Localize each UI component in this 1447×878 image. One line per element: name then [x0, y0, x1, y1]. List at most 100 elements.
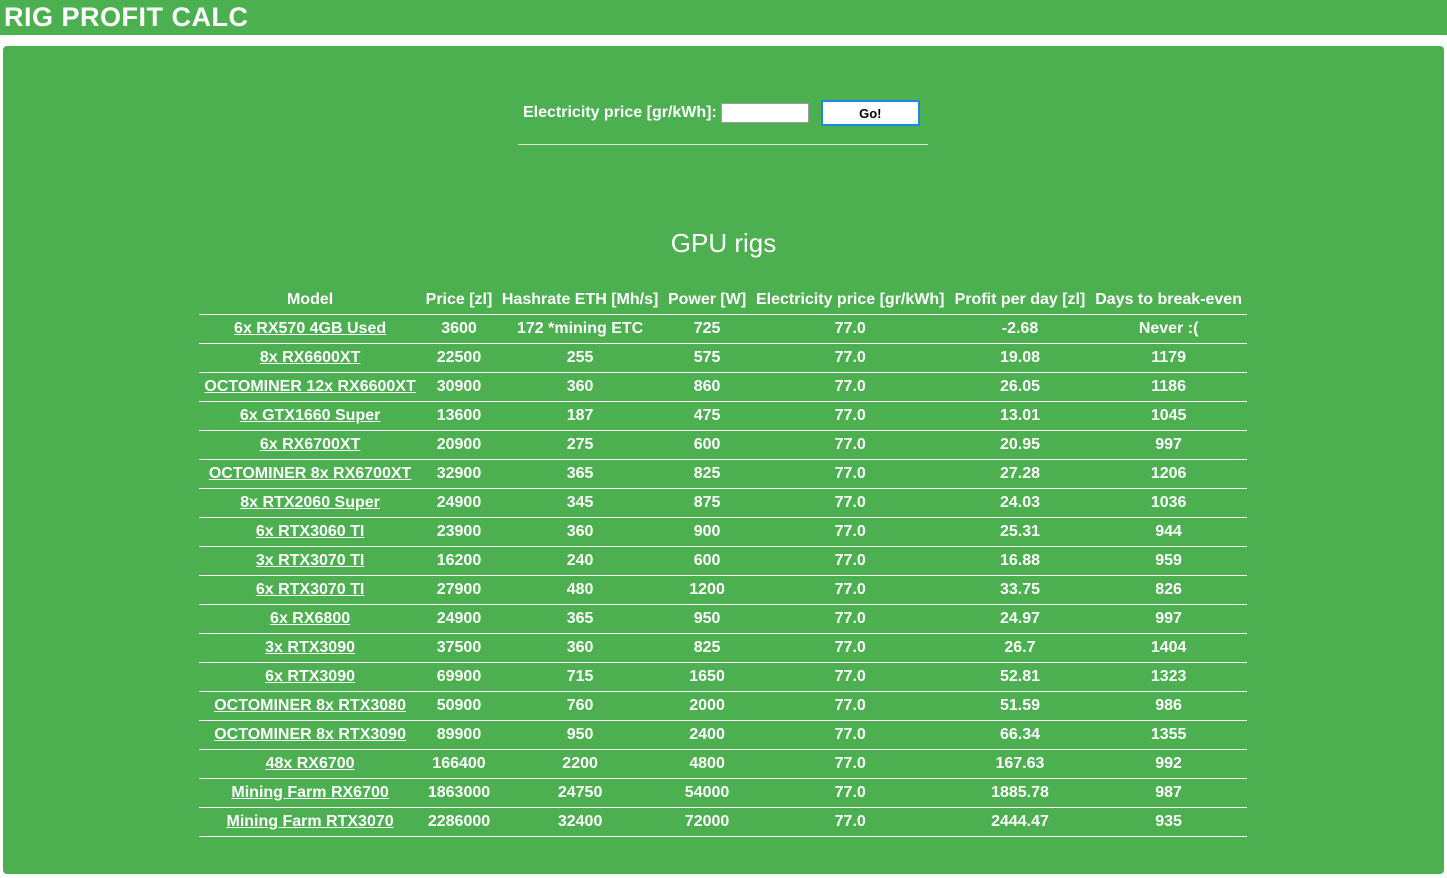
hashrate-cell: 255	[496, 343, 664, 373]
days-to-break-even-cell: 986	[1090, 691, 1247, 721]
model-link[interactable]: 6x GTX1660 Super	[240, 407, 381, 424]
profit-per-day-cell: 13.01	[949, 401, 1091, 431]
model-cell: 6x RX6800	[199, 604, 422, 634]
model-link[interactable]: Mining Farm RX6700	[231, 784, 388, 801]
form-divider	[518, 144, 928, 145]
price-cell: 1863000	[421, 778, 497, 808]
power-cell: 600	[663, 546, 751, 576]
electricity-price-cell: 77.0	[750, 488, 950, 518]
model-cell: 48x RX6700	[199, 749, 422, 779]
price-cell: 32900	[421, 459, 497, 489]
power-cell: 2000	[663, 691, 751, 721]
model-cell: 8x RX6600XT	[199, 343, 422, 373]
model-link[interactable]: 6x RX570 4GB Used	[234, 320, 386, 337]
profit-per-day-cell: 19.08	[949, 343, 1091, 373]
electricity-price-input[interactable]	[720, 103, 809, 123]
price-cell: 3600	[421, 314, 497, 344]
model-link[interactable]: OCTOMINER 12x RX6600XT	[204, 378, 415, 395]
model-cell: OCTOMINER 8x RTX3090	[199, 720, 422, 750]
go-button[interactable]: Go!	[820, 100, 920, 126]
electricity-price-cell: 77.0	[750, 604, 950, 634]
model-link[interactable]: OCTOMINER 8x RTX3090	[214, 726, 406, 743]
price-cell: 16200	[421, 546, 497, 576]
electricity-price-cell: 77.0	[750, 430, 950, 460]
table-row: Mining Farm RX6700 1863000 24750 54000 77.0 1…	[199, 778, 1247, 808]
profit-per-day-cell: 1885.78	[949, 778, 1091, 808]
model-link[interactable]: 8x RTX2060 Super	[240, 494, 380, 511]
model-link[interactable]: 6x RX6800	[270, 610, 350, 627]
days-to-break-even-cell: 1323	[1090, 662, 1247, 692]
days-to-break-even-cell: 1206	[1090, 459, 1247, 489]
column-header-electricity-price: Electricity price [gr/kWh]	[750, 286, 950, 315]
electricity-price-cell: 77.0	[750, 807, 950, 837]
power-cell: 1200	[663, 575, 751, 605]
days-to-break-even-cell: 935	[1090, 807, 1247, 837]
model-cell: OCTOMINER 12x RX6600XT	[199, 372, 422, 402]
table-row: OCTOMINER 8x RX6700XT 32900 365 825 77.0 27.2…	[199, 459, 1247, 489]
model-link[interactable]: 3x RTX3090	[265, 639, 355, 656]
table-row: 3x RTX3090 37500 360 825 77.0 26.7 1404	[199, 633, 1247, 663]
model-link[interactable]: Mining Farm RTX3070	[227, 813, 394, 830]
main-panel: Electricity price [gr/kWh]: Go! GPU rigs…	[3, 46, 1444, 874]
days-to-break-even-cell: 1045	[1090, 401, 1247, 431]
column-header-price: Price [zl]	[421, 286, 497, 315]
power-cell: 825	[663, 459, 751, 489]
table-row: 6x RTX3070 TI 27900 480 1200 77.0 33.75 826	[199, 575, 1247, 605]
days-to-break-even-cell: 826	[1090, 575, 1247, 605]
days-to-break-even-cell: 959	[1090, 546, 1247, 576]
price-cell: 24900	[421, 604, 497, 634]
hashrate-cell: 240	[496, 546, 664, 576]
hashrate-cell: 172 *mining ETC	[496, 314, 664, 344]
electricity-price-cell: 77.0	[750, 372, 950, 402]
hashrate-cell: 760	[496, 691, 664, 721]
profit-per-day-cell: 33.75	[949, 575, 1091, 605]
power-cell: 950	[663, 604, 751, 634]
days-to-break-even-cell: Never :(	[1090, 314, 1247, 344]
hashrate-cell: 950	[496, 720, 664, 750]
model-link[interactable]: 6x RTX3060 TI	[256, 523, 365, 540]
model-link[interactable]: 3x RTX3070 TI	[256, 552, 365, 569]
table-header-row: Model Price [zl] Hashrate ETH [Mh/s] Pow…	[199, 286, 1247, 315]
table-row: OCTOMINER 8x RTX3090 89900 950 2400 77.0 66.3…	[199, 720, 1247, 750]
hashrate-cell: 360	[496, 633, 664, 663]
table-row: 6x RX570 4GB Used 3600 172 *mining ETC 725 7…	[199, 314, 1247, 344]
model-cell: 3x RTX3090	[199, 633, 422, 663]
profit-per-day-cell: 26.05	[949, 372, 1091, 402]
power-cell: 2400	[663, 720, 751, 750]
electricity-price-cell: 77.0	[750, 575, 950, 605]
profit-per-day-cell: 52.81	[949, 662, 1091, 692]
profit-per-day-cell: 51.59	[949, 691, 1091, 721]
model-link[interactable]: OCTOMINER 8x RTX3080	[214, 697, 406, 714]
price-cell: 23900	[421, 517, 497, 547]
model-link[interactable]: 8x RX6600XT	[260, 349, 361, 366]
table-row: 8x RTX2060 Super 24900 345 875 77.0 24.03 1036	[199, 488, 1247, 518]
model-link[interactable]: 6x RX6700XT	[260, 436, 361, 453]
electricity-price-cell: 77.0	[750, 343, 950, 373]
hashrate-cell: 360	[496, 372, 664, 402]
electricity-price-cell: 77.0	[750, 633, 950, 663]
electricity-price-cell: 77.0	[750, 401, 950, 431]
hashrate-cell: 480	[496, 575, 664, 605]
column-header-model: Model	[199, 286, 422, 315]
model-link[interactable]: 48x RX6700	[266, 755, 355, 772]
profit-per-day-cell: 25.31	[949, 517, 1091, 547]
power-cell: 1650	[663, 662, 751, 692]
days-to-break-even-cell: 1179	[1090, 343, 1247, 373]
model-cell: 6x GTX1660 Super	[199, 401, 422, 431]
model-cell: 6x RTX3090	[199, 662, 422, 692]
hashrate-cell: 715	[496, 662, 664, 692]
model-cell: 6x RTX3070 TI	[199, 575, 422, 605]
model-link[interactable]: 6x RTX3070 TI	[256, 581, 365, 598]
table-row: 3x RTX3070 TI 16200 240 600 77.0 16.88 959	[199, 546, 1247, 576]
days-to-break-even-cell: 997	[1090, 430, 1247, 460]
price-cell: 37500	[421, 633, 497, 663]
model-cell: 8x RTX2060 Super	[199, 488, 422, 518]
model-link[interactable]: OCTOMINER 8x RX6700XT	[209, 465, 411, 482]
model-cell: OCTOMINER 8x RX6700XT	[199, 459, 422, 489]
model-cell: 6x RTX3060 TI	[199, 517, 422, 547]
price-cell: 30900	[421, 372, 497, 402]
price-cell: 20900	[421, 430, 497, 460]
table-row: 48x RX6700 166400 2200 4800 77.0 167.63 992	[199, 749, 1247, 779]
model-link[interactable]: 6x RTX3090	[265, 668, 355, 685]
power-cell: 725	[663, 314, 751, 344]
